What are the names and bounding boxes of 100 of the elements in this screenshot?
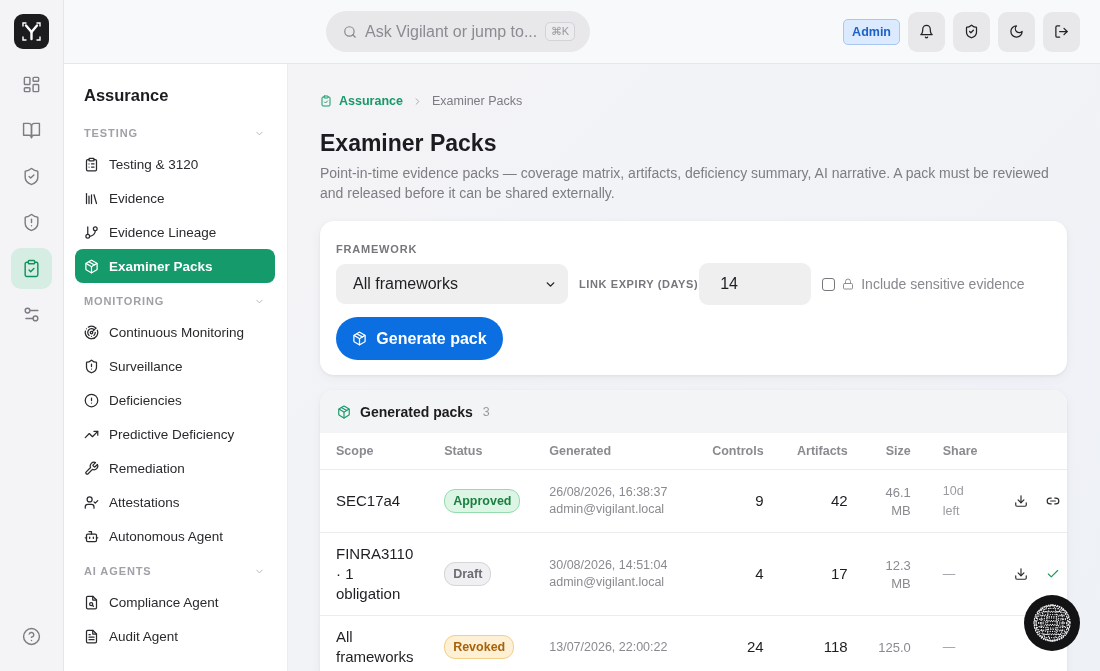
sidebar-item[interactable]: Evidence Lineage: [75, 215, 275, 249]
framework-select[interactable]: All frameworks: [336, 264, 568, 304]
file-search-icon: [84, 594, 99, 610]
help-icon: [22, 627, 41, 646]
shield-exclamation-icon: [22, 213, 41, 232]
document-icon: [84, 628, 99, 644]
rail-nav-button[interactable]: [11, 248, 52, 289]
share-status: 10d left: [942, 484, 964, 518]
pack-scope: FINRA3110 · 1 obligation: [336, 545, 414, 602]
clipboard-check-icon: [22, 259, 41, 278]
notifications-button[interactable]: [908, 11, 945, 52]
page-description: Point-in-time evidence packs — coverage matrix, artifacts, deficiency summary, AI narrative. A pack must be reviewed and released before it can be shared externally.: [320, 164, 1050, 203]
artifact-count: 17: [831, 565, 848, 582]
checkbox-label: Include sensitive evidence: [861, 276, 1025, 292]
field-label: LINK EXPIRY (DAYS): [579, 277, 699, 291]
breadcrumb-current: Examiner Packs: [431, 94, 523, 108]
generated-time: 30/08/2026, 14:51:04: [549, 557, 669, 574]
pack-count: 3: [482, 404, 490, 419]
logo-icon: [14, 14, 49, 49]
clipboard-list-icon: [84, 156, 99, 172]
library-icon: [84, 190, 99, 206]
generated-time: 26/08/2026, 16:38:37: [549, 484, 669, 501]
status-badge: Revoked: [444, 635, 515, 659]
download-button[interactable]: [1013, 567, 1028, 581]
download-icon: [1013, 494, 1028, 508]
shield-exclamation-icon: [84, 358, 99, 374]
sidebar-item[interactable]: Compliance Agent: [75, 585, 275, 619]
pack-scope: SEC17a4: [336, 492, 401, 509]
column-header: Artifacts: [797, 444, 848, 458]
status-badge: Draft: [444, 562, 492, 586]
pack-size: 12.3 MB: [885, 558, 911, 591]
bell-icon: [919, 24, 934, 39]
sidebar-item[interactable]: Attestations: [75, 485, 275, 519]
search-icon: [343, 24, 357, 39]
logout-icon: [1054, 24, 1069, 39]
package-icon: [352, 331, 368, 346]
sidebar-item[interactable]: Audit Agent: [75, 619, 275, 653]
download-button[interactable]: [1013, 494, 1028, 508]
sidebar-item[interactable]: Evidence: [75, 181, 275, 215]
generated-by: admin@vigilant.local: [549, 501, 666, 518]
page-title: Examiner Packs: [320, 129, 498, 158]
exclamation-circle-icon: [84, 392, 99, 408]
field-label: FRAMEWORK: [336, 242, 419, 256]
sensitive-checkbox[interactable]: [822, 277, 836, 291]
share-status: —: [942, 567, 956, 581]
role-badge: Admin: [843, 18, 900, 45]
control-count: 9: [755, 492, 764, 509]
link-expiry-input[interactable]: 14: [699, 263, 812, 305]
branch-icon: [84, 224, 99, 240]
sidebar-item[interactable]: Examiner Packs: [75, 249, 275, 283]
column-header: Share: [942, 444, 978, 458]
share-status: —: [942, 640, 956, 654]
sidebar-item[interactable]: Autonomous Agent: [75, 519, 275, 553]
open-book-icon: [22, 121, 41, 140]
table-title: Generated packs: [360, 403, 473, 420]
robot-icon: [84, 528, 99, 544]
shortcut-hint: ⌘K: [544, 22, 575, 41]
generated-time: 13/07/2026, 22:00:22: [549, 638, 669, 656]
person-check-icon: [84, 494, 99, 510]
generated-by: admin@vigilant.local: [549, 574, 666, 591]
control-count: 4: [755, 565, 764, 582]
sidebar-item[interactable]: Testing & 3120: [75, 147, 275, 181]
check-icon: [1045, 567, 1060, 581]
generate-pack-button[interactable]: Generate pack: [336, 317, 503, 360]
sidebar-item[interactable]: Deficiencies: [75, 383, 275, 417]
security-button[interactable]: [953, 11, 990, 52]
shield-check-icon: [22, 167, 41, 186]
status-badge: Approved: [444, 489, 521, 513]
dashboard-icon: [22, 75, 41, 94]
package-icon: [337, 404, 351, 419]
lock-icon: [842, 278, 855, 290]
approve-button[interactable]: [1045, 567, 1060, 581]
logout-button[interactable]: [1043, 11, 1080, 52]
column-header: Scope: [336, 444, 374, 458]
sidebar-item[interactable]: Continuous Monitoring: [75, 315, 275, 349]
artifact-count: 42: [831, 492, 848, 509]
assistant-button[interactable]: [1024, 595, 1080, 651]
shield-check-icon: [964, 24, 979, 39]
sidebar-item[interactable]: Predictive Deficiency: [75, 417, 275, 451]
column-header: Generated: [549, 444, 612, 458]
theme-button[interactable]: [998, 11, 1035, 52]
clipboard-check-icon: [320, 95, 332, 107]
package-icon: [84, 258, 99, 274]
pack-size: 125.0: [878, 640, 911, 655]
pack-scope: All frameworks: [336, 628, 414, 665]
download-icon: [1013, 567, 1028, 581]
sidebar-item[interactable]: Surveillance: [75, 349, 275, 383]
link-icon: [1045, 494, 1060, 508]
artifact-count: 118: [823, 638, 848, 655]
moon-icon: [1009, 24, 1024, 39]
copy-link-button[interactable]: [1045, 494, 1060, 508]
column-header: Status: [444, 444, 483, 458]
search-input[interactable]: Ask Vigilant or jump to...: [365, 22, 537, 41]
column-header: Controls: [712, 444, 764, 458]
sidebar-item[interactable]: Remediation: [75, 451, 275, 485]
control-count: 24: [746, 638, 764, 655]
pack-size: 46.1 MB: [885, 485, 911, 518]
column-header: Size: [885, 444, 911, 458]
radar-icon: [84, 324, 99, 340]
sidebar-title: Assurance: [84, 85, 170, 106]
